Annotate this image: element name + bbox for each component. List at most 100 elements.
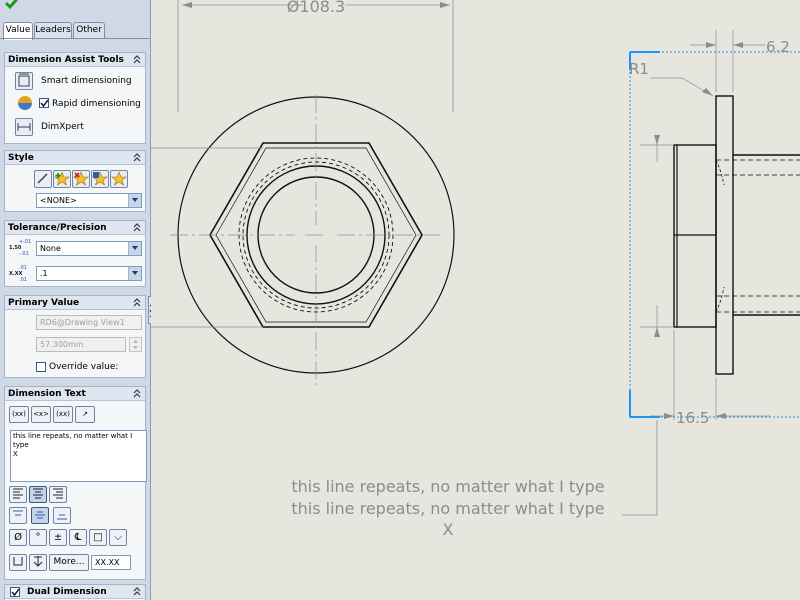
width-dimension-text[interactable]: 6.2 [766, 38, 790, 56]
length-dimension-text[interactable]: 16.5 [676, 409, 709, 427]
property-manager-panel: Value Leaders Other Dimension Assist Too… [0, 0, 151, 600]
degree-symbol-button[interactable]: ° [29, 529, 47, 546]
dimension-text-line-1: this line repeats, no matter what I type [13, 432, 133, 449]
tolerance-type-icon: +.01 1.50 -.01 [9, 239, 35, 257]
apply-style-icon[interactable] [34, 170, 52, 188]
dual-dimension-title: Dual Dimension [27, 587, 107, 597]
drawing-canvas[interactable]: Ø108.3 6.2 R1 16.5 this line repeats, no… [151, 0, 800, 600]
dimension-text-title: Dimension Text [8, 389, 86, 399]
override-value-checkbox[interactable] [36, 362, 46, 372]
collapse-chevron-icon[interactable] [132, 297, 142, 308]
dropdown-arrow-icon[interactable] [128, 242, 141, 255]
precision-select[interactable]: .1 [36, 266, 142, 281]
align-center-icon [33, 488, 43, 499]
dimension-value-field[interactable]: 57.300mm [36, 337, 126, 352]
counterbore-icon [13, 557, 23, 566]
square-symbol-button[interactable]: □ [89, 529, 107, 546]
dual-dimension-header[interactable]: Dual Dimension [5, 585, 145, 599]
dimension-format-value: XX.XX [95, 558, 120, 567]
style-header[interactable]: Style [5, 151, 145, 165]
note-line-1: this line repeats, no matter what I type [291, 477, 604, 496]
style-select-value: <NONE> [40, 196, 77, 205]
depth-symbol-button[interactable] [29, 554, 47, 571]
add-parentheses-button[interactable]: (xx) [9, 406, 29, 423]
style-title: Style [8, 153, 34, 163]
dimension-text-line-2: X [13, 450, 18, 458]
spinner-arrows-icon [133, 340, 138, 349]
more-symbols-button[interactable]: More... [49, 554, 89, 571]
tab-other[interactable]: Other [73, 22, 105, 39]
tab-divider [0, 38, 150, 39]
delete-style-star-icon[interactable] [72, 170, 90, 188]
note-line-2: this line repeats, no matter what I type [291, 499, 604, 518]
tolerance-precision-title: Tolerance/Precision [8, 223, 107, 233]
justify-middle-icon [35, 511, 45, 519]
inspection-dimension-button[interactable]: (xx) [53, 406, 73, 423]
smart-dimensioning-label: Smart dimensioning [41, 76, 132, 86]
justify-top-icon [13, 510, 23, 516]
offset-text-button[interactable]: ↗ [75, 406, 95, 423]
style-group: Style <NONE> [4, 150, 146, 212]
precision-icon: .01 X.XX .01 [9, 265, 35, 283]
dimension-value: 57.300mm [40, 340, 84, 349]
align-right-button[interactable] [49, 486, 67, 503]
tab-leaders[interactable]: Leaders [34, 22, 72, 39]
ok-check-icon[interactable] [4, 0, 20, 10]
dimension-assist-title: Dimension Assist Tools [8, 55, 124, 65]
dimension-text-area[interactable]: this line repeats, no matter what I type… [10, 430, 147, 482]
rapid-dimension-icon [18, 96, 32, 110]
load-style-star-icon[interactable] [110, 170, 128, 188]
add-style-star-icon[interactable] [53, 170, 71, 188]
primary-value-group: Primary Value RD6@Drawing View1 57.300mm… [4, 295, 146, 378]
align-right-icon [53, 488, 63, 499]
collapse-chevron-icon[interactable] [132, 586, 142, 597]
center-dimension-button[interactable]: <x> [31, 406, 51, 423]
tol-icon-minus: -.01 [19, 251, 29, 257]
depth-icon [33, 556, 43, 567]
note-line-3: X [443, 520, 454, 539]
align-left-button[interactable] [9, 486, 27, 503]
justify-middle-button[interactable] [31, 507, 49, 524]
dimxpert-label: DimXpert [41, 122, 84, 132]
radius-dimension-text[interactable]: R1 [629, 60, 649, 78]
dimension-text-header[interactable]: Dimension Text [5, 387, 145, 401]
dimension-text-group: Dimension Text (xx) <x> (xx) ↗ this line… [4, 386, 147, 580]
centerline-symbol-button[interactable]: ℄ [69, 529, 87, 546]
collapse-chevron-icon[interactable] [132, 388, 142, 399]
save-style-star-icon[interactable] [91, 170, 109, 188]
collapse-chevron-icon[interactable] [132, 152, 142, 163]
diameter-symbol-button[interactable]: Ø [9, 529, 27, 546]
value-spinner[interactable] [129, 337, 142, 352]
tolerance-precision-header[interactable]: Tolerance/Precision [5, 221, 145, 235]
style-select[interactable]: <NONE> [36, 193, 142, 208]
dimxpert-icon[interactable] [15, 118, 33, 136]
rapid-dimensioning-label: Rapid dimensioning [52, 99, 141, 109]
dimension-format-field[interactable]: XX.XX [91, 555, 131, 570]
align-center-button[interactable] [29, 486, 47, 503]
tolerance-type-select[interactable]: None [36, 241, 142, 256]
dual-dimension-checkbox[interactable] [10, 587, 20, 597]
tolerance-precision-group: Tolerance/Precision +.01 1.50 -.01 None … [4, 220, 146, 287]
smart-dimension-icon[interactable] [15, 72, 33, 90]
dropdown-arrow-icon[interactable] [128, 267, 141, 280]
justify-bottom-icon [57, 514, 67, 520]
rapid-dimensioning-checkbox[interactable] [39, 98, 49, 108]
collapse-chevron-icon[interactable] [132, 222, 142, 233]
dimension-reference-field[interactable]: RD6@Drawing View1 [36, 315, 142, 330]
justify-bottom-button[interactable] [53, 507, 71, 524]
justify-top-button[interactable] [9, 507, 27, 524]
primary-value-header[interactable]: Primary Value [5, 296, 145, 310]
dimension-reference-value: RD6@Drawing View1 [40, 318, 125, 327]
plus-minus-symbol-button[interactable]: ± [49, 529, 67, 546]
dimension-assist-header[interactable]: Dimension Assist Tools [5, 53, 145, 67]
dropdown-arrow-icon[interactable] [128, 194, 141, 207]
override-value-label: Override value: [49, 362, 119, 372]
countersink-symbol-button[interactable]: ⌵ [109, 529, 127, 546]
diameter-dimension-text[interactable]: Ø108.3 [287, 0, 345, 16]
dimension-assist-group: Dimension Assist Tools Smart dimensionin… [4, 52, 146, 144]
collapse-chevron-icon[interactable] [132, 54, 142, 65]
counterbore-symbol-button[interactable] [9, 554, 27, 571]
align-left-icon [13, 488, 23, 499]
tolerance-type-value: None [40, 244, 61, 253]
precision-value: .1 [40, 269, 48, 278]
